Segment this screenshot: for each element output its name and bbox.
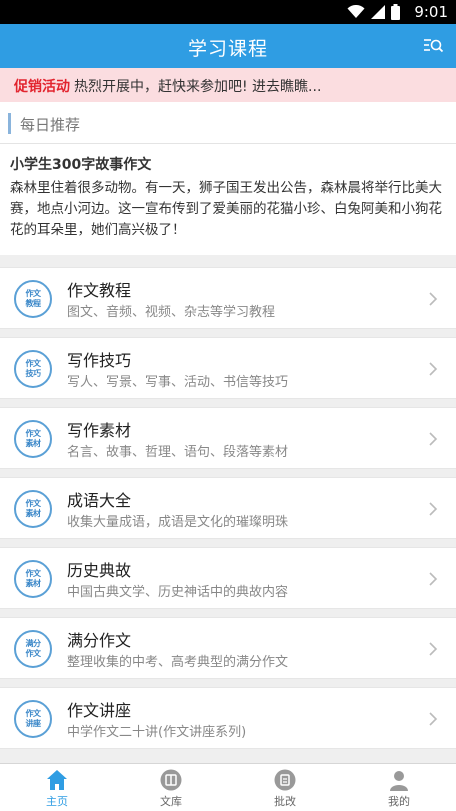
promo-message: 热烈开展中，赶快来参加吧! 进去瞧瞧... [74,79,322,95]
menu-item-full-score-essays[interactable]: 满分作文 满分作文 整理收集的中考、高考典型的满分作文 [0,617,456,679]
chevron-right-icon [429,362,438,376]
status-bar: 9:01 [0,0,456,24]
menu-item-idioms[interactable]: 作文素材 成语大全 收集大量成语，成语是文化的璀璨明珠 [0,477,456,539]
book-badge-icon: 作文素材 [14,490,52,528]
tab-label: 我的 [388,795,410,808]
tab-label: 主页 [46,795,68,808]
book-badge-icon: 作文素材 [14,560,52,598]
library-icon [160,769,182,791]
chevron-right-icon [429,712,438,726]
menu-item-title: 满分作文 [67,631,132,650]
menu-item-desc: 中国古典文学、历史神话中的典故内容 [67,585,289,600]
book-badge-icon: 作文技巧 [14,350,52,388]
daily-recommend-card[interactable]: 小学生300字故事作文 森林里住着很多动物。有一天，狮子国王发出公告，森林晨将举… [0,144,456,255]
signal-icon [371,5,385,19]
home-icon [47,770,67,790]
menu-item-desc: 中学作文二十讲(作文讲座系列) [67,725,247,740]
menu-item-title: 写作素材 [67,421,132,440]
edit-icon [274,769,296,791]
tab-label: 批改 [274,795,296,808]
promo-banner[interactable]: 促销活动 热烈开展中，赶快来参加吧! 进去瞧瞧... [0,68,456,102]
menu-item-historical-allusions[interactable]: 作文素材 历史典故 中国古典文学、历史神话中的典故内容 [0,547,456,609]
menu-item-title: 历史典故 [67,561,132,580]
tab-library[interactable]: 文库 [114,764,228,811]
menu-item-desc: 图文、音频、视频、杂志等学习教程 [67,305,276,320]
app-header: 学习课程 [0,24,456,68]
book-badge-icon: 作文素材 [14,420,52,458]
book-badge-icon: 作文教程 [14,280,52,318]
book-badge-icon: 作文讲座 [14,700,52,738]
menu-item-desc: 整理收集的中考、高考典型的满分作文 [67,655,289,670]
tab-profile[interactable]: 我的 [342,764,456,811]
tab-home[interactable]: 主页 [0,764,114,811]
menu-item-title: 作文讲座 [67,701,132,720]
book-badge-icon: 满分作文 [14,630,52,668]
tab-label: 文库 [160,795,182,808]
battery-icon [391,4,400,20]
promo-tag: 促销活动 [14,79,70,95]
wifi-icon [347,5,365,18]
menu-item-writing-skills[interactable]: 作文技巧 写作技巧 写人、写景、写事、活动、书信等技巧 [0,337,456,399]
menu-item-desc: 名言、故事、哲理、语句、段落等素材 [67,445,289,460]
menu-item-title: 成语大全 [67,491,132,510]
user-icon [390,771,408,791]
menu-item-title: 写作技巧 [67,351,132,370]
menu-item-writing-tutorial[interactable]: 作文教程 作文教程 图文、音频、视频、杂志等学习教程 [0,267,456,329]
section-accent-bar [8,113,11,134]
menu-item-writing-lectures[interactable]: 作文讲座 作文讲座 中学作文二十讲(作文讲座系列) [0,687,456,749]
search-list-icon[interactable] [422,35,444,57]
page-title: 学习课程 [187,38,268,60]
daily-recommend-header: 每日推荐 [0,102,456,144]
status-icons [347,4,400,20]
menu-item-title: 作文教程 [67,281,132,300]
recommend-title: 小学生300字故事作文 [10,157,152,173]
menu-item-desc: 写人、写景、写事、活动、书信等技巧 [67,375,289,390]
recommend-text: 森林里住着很多动物。有一天，狮子国王发出公告，森林晨将举行比美大赛，地点小河边。… [10,180,442,238]
tab-correction[interactable]: 批改 [228,764,342,811]
chevron-right-icon [429,572,438,586]
bottom-tab-bar: 主页 文库 批改 我的 [0,763,456,811]
chevron-right-icon [429,292,438,306]
menu-item-desc: 收集大量成语，成语是文化的璀璨明珠 [67,515,289,530]
chevron-right-icon [429,502,438,516]
section-label: 每日推荐 [20,116,81,134]
chevron-right-icon [429,642,438,656]
chevron-right-icon [429,432,438,446]
menu-item-writing-materials[interactable]: 作文素材 写作素材 名言、故事、哲理、语句、段落等素材 [0,407,456,469]
clock: 9:01 [414,3,448,21]
